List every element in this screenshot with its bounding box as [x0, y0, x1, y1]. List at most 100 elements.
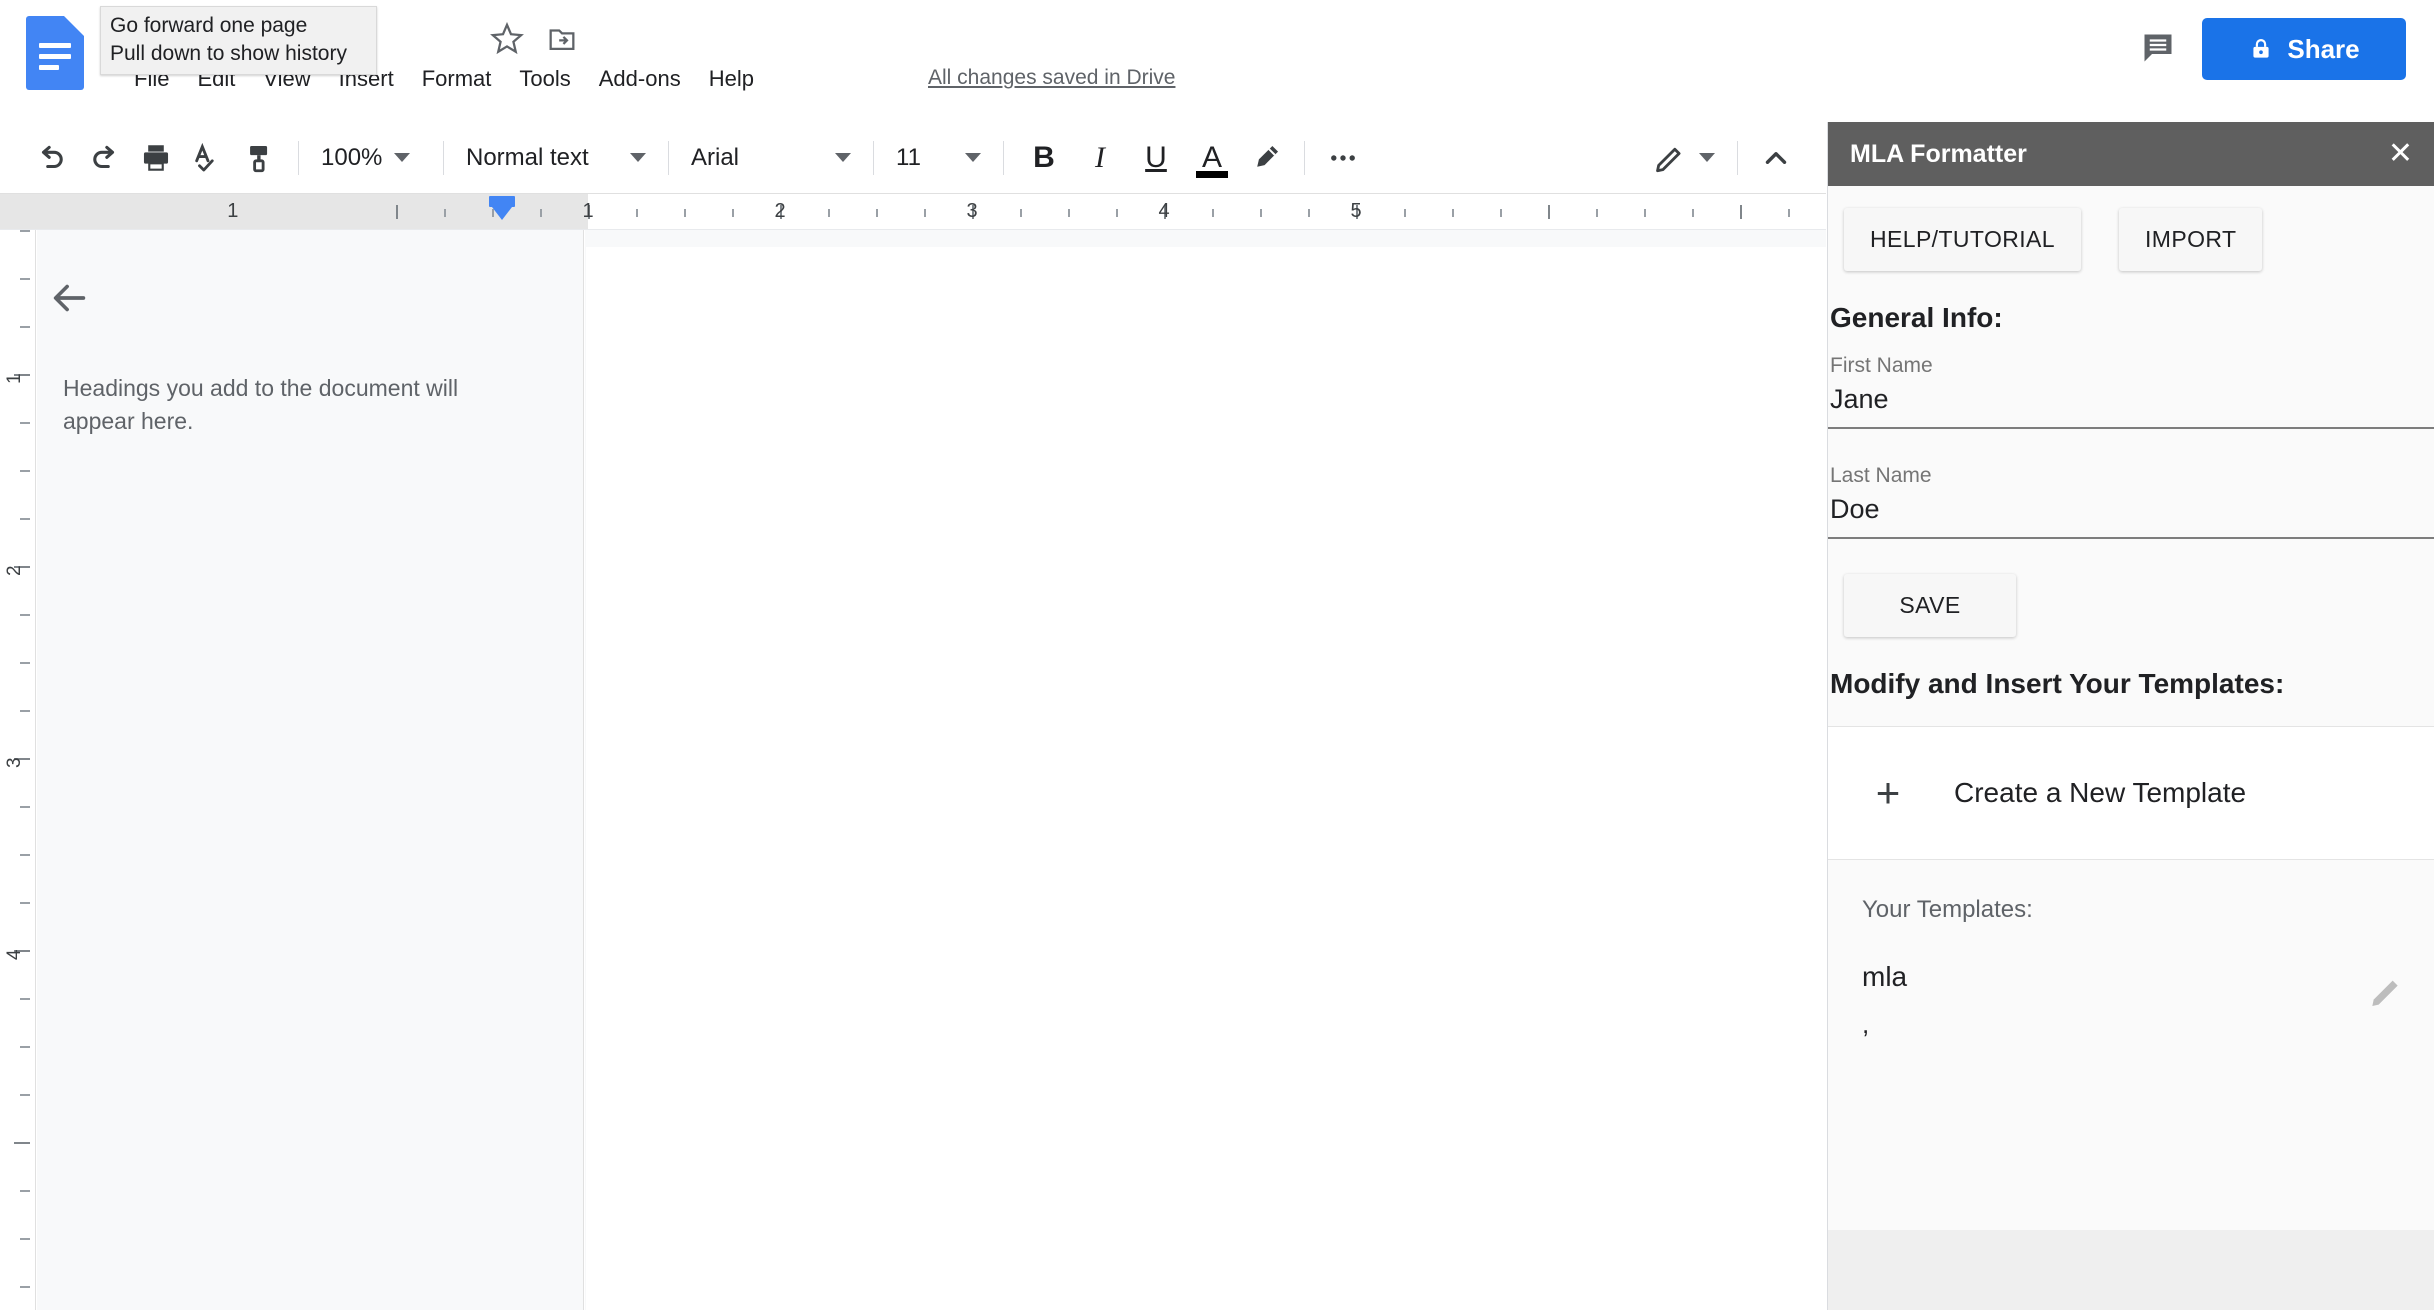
close-icon[interactable]: ✕ — [2388, 139, 2413, 169]
text-color-button[interactable]: A — [1184, 132, 1240, 184]
font-size-dropdown[interactable]: 11 — [886, 132, 991, 184]
import-button[interactable]: IMPORT — [2119, 208, 2263, 271]
top-bar: 970s File Edit View Insert Format Tools … — [0, 0, 2434, 122]
ruler-tick — [636, 209, 638, 217]
lock-icon — [2253, 39, 2269, 58]
chevron-down-icon — [394, 153, 411, 162]
tooltip-line-2: Pull down to show history — [110, 41, 347, 65]
ruler-tick — [1020, 209, 1022, 217]
vertical-ruler[interactable]: 1 2 3 4 — [0, 230, 36, 1310]
more-horizontal-icon — [1331, 154, 1355, 161]
share-button-label: Share — [2287, 33, 2360, 64]
ruler-tick — [1308, 209, 1310, 217]
vertical-ruler-tick — [20, 614, 30, 616]
ruler-tick — [1404, 209, 1406, 217]
left-indent-marker[interactable] — [488, 196, 515, 220]
paint-format-icon — [250, 145, 268, 172]
ruler-tick — [924, 209, 926, 217]
ruler-tick — [444, 209, 446, 217]
ruler-tick — [684, 209, 686, 217]
underline-button[interactable]: U — [1128, 132, 1184, 184]
vertical-ruler-tick — [20, 854, 30, 856]
tooltip-line-1: Go forward one page — [110, 14, 308, 37]
undo-icon — [41, 145, 63, 168]
plus-icon: + — [1875, 769, 1901, 816]
vertical-ruler-tick — [14, 1142, 30, 1144]
vertical-ruler-tick — [20, 326, 30, 328]
chevron-down-icon — [630, 153, 646, 162]
bold-button[interactable]: B — [1016, 132, 1072, 184]
last-name-field[interactable]: Last Name Doe — [1828, 464, 2434, 539]
redo-button[interactable] — [78, 132, 130, 184]
general-info-heading: General Info: — [1830, 302, 2003, 333]
vertical-ruler-tick — [20, 998, 30, 1000]
italic-button[interactable]: I — [1072, 132, 1128, 184]
ruler-number: 1 — [227, 200, 239, 222]
paragraph-style-dropdown[interactable]: Normal text — [456, 132, 656, 184]
pencil-edit-icon[interactable] — [2367, 971, 2407, 1011]
pencil-icon — [1656, 147, 1681, 172]
more-options-button[interactable] — [1317, 132, 1369, 184]
menu-item-tools[interactable]: Tools — [505, 62, 584, 96]
font-size-value: 11 — [896, 143, 921, 171]
vertical-ruler-tick — [20, 278, 30, 280]
vertical-ruler-tick — [20, 710, 30, 712]
horizontal-ruler[interactable]: 1 1 2 3 4 5 — [0, 194, 1826, 230]
comment-icon[interactable] — [2138, 30, 2178, 66]
zoom-dropdown[interactable]: 100% — [311, 132, 431, 184]
share-button[interactable]: Share — [2202, 18, 2406, 80]
formatting-toolbar: 100% Normal text Arial 11 B I U A — [0, 122, 1826, 194]
create-new-template-row[interactable]: + Create a New Template — [1828, 727, 2434, 859]
help-tutorial-button[interactable]: HELP/TUTORIAL — [1844, 208, 2081, 271]
move-to-folder-icon[interactable] — [545, 22, 579, 56]
google-docs-logo-icon[interactable] — [26, 16, 84, 90]
star-icon[interactable] — [490, 22, 524, 56]
templates-heading: Modify and Insert Your Templates: — [1830, 668, 2285, 699]
collapse-toolbar-button[interactable] — [1750, 132, 1802, 184]
font-family-dropdown[interactable]: Arial — [681, 132, 861, 184]
outline-empty-message: Headings you add to the document will ap… — [63, 375, 459, 435]
document-page[interactable] — [586, 247, 1826, 1310]
print-button[interactable] — [130, 132, 182, 184]
menu-item-add-ons[interactable]: Add-ons — [585, 62, 695, 96]
vertical-ruler-tick — [20, 422, 30, 424]
ruler-tick — [1548, 205, 1550, 219]
menu-item-format[interactable]: Format — [408, 62, 506, 96]
sidebar-header: MLA Formatter ✕ — [1828, 122, 2434, 186]
vertical-ruler-number: 4 — [4, 949, 25, 960]
vertical-ruler-tick — [20, 1190, 30, 1192]
highlight-color-button[interactable] — [1240, 132, 1292, 184]
text-color-swatch — [1196, 170, 1228, 178]
undo-button[interactable] — [26, 132, 78, 184]
ruler-number: 4 — [1158, 200, 1170, 222]
text-color-label: A — [1201, 141, 1222, 174]
ruler-tick — [732, 209, 734, 217]
first-name-label: First Name — [1830, 354, 1933, 377]
vertical-ruler-tick — [20, 1286, 30, 1288]
save-status-link[interactable]: All changes saved in Drive — [928, 66, 1175, 90]
vertical-ruler-tick — [20, 518, 30, 520]
template-subtext: , — [1862, 1009, 1870, 1039]
vertical-ruler-number: 3 — [4, 757, 25, 768]
menu-item-help[interactable]: Help — [695, 62, 768, 96]
vertical-ruler-tick — [20, 1094, 30, 1096]
ruler-tick — [1692, 209, 1694, 217]
ruler-tick — [1116, 209, 1118, 217]
first-name-field[interactable]: First Name Jane — [1828, 354, 2434, 429]
editing-mode-dropdown[interactable] — [1643, 132, 1725, 184]
arrow-left-icon[interactable] — [47, 275, 93, 321]
last-name-label: Last Name — [1830, 464, 1932, 487]
spellcheck-button[interactable] — [182, 132, 234, 184]
vertical-ruler-tick — [20, 470, 30, 472]
ruler-tick — [540, 209, 542, 217]
document-outline-panel: Headings you add to the document will ap… — [37, 230, 584, 1310]
first-name-value: Jane — [1830, 384, 1889, 414]
save-button[interactable]: SAVE — [1844, 574, 2016, 637]
font-family-value: Arial — [691, 143, 740, 171]
ruler-tick — [1500, 209, 1502, 217]
ruler-tick — [1644, 209, 1646, 217]
sidebar-body: HELP/TUTORIAL IMPORT General Info: First… — [1828, 186, 2434, 1310]
paint-format-button[interactable] — [234, 132, 286, 184]
vertical-ruler-tick — [20, 662, 30, 664]
vertical-ruler-tick — [20, 1238, 30, 1240]
